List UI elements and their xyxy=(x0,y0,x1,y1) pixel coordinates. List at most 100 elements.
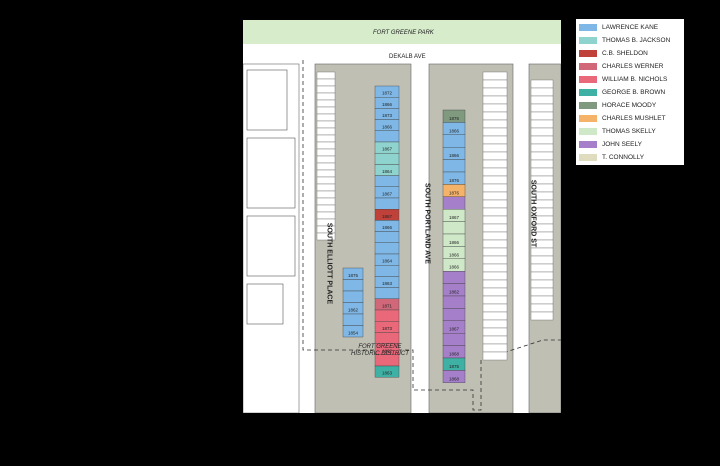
elliott-east-plain-house xyxy=(316,204,336,213)
portland-east-house-year: 1862 xyxy=(449,290,460,295)
oxford-east-plain-house xyxy=(530,111,554,121)
legend-label: THOMAS SKELLY xyxy=(602,127,656,135)
portland-east-house-year: 1876 xyxy=(449,190,460,195)
oxford-west-plain-house xyxy=(482,159,508,169)
elliott-east-house xyxy=(342,279,364,292)
oxford-east-plain-house xyxy=(530,303,554,313)
portland-east-house-year: 1866 xyxy=(449,252,460,257)
oxford-east-plain-house xyxy=(530,143,554,153)
portland-west-house xyxy=(374,264,400,277)
oxford-east-plain-house xyxy=(530,271,554,281)
legend-item: THOMAS B. JACKSON xyxy=(579,35,670,45)
portland-west-house xyxy=(374,197,400,210)
oxford-east-plain-house xyxy=(530,279,554,289)
portland-west-house xyxy=(374,242,400,255)
elliott-east-house-year: 1875 xyxy=(348,273,359,278)
legend-label: HORACE MOODY xyxy=(602,101,657,109)
portland-west-house xyxy=(374,309,400,322)
oxford-west-plain-house xyxy=(482,327,508,337)
oxford-west-plain-house xyxy=(482,183,508,193)
legend-item: T. CONNOLLY xyxy=(579,152,644,162)
portland-west-house-year: 1866 xyxy=(382,124,393,129)
oxford-west-plain-house xyxy=(482,263,508,273)
oxford-west-plain-house xyxy=(482,271,508,281)
portland-west-house-year: 1864 xyxy=(382,169,393,174)
elliott-east-plain-house xyxy=(316,106,336,115)
legend-item: CHARLES MUSHLET xyxy=(579,113,666,123)
legend-swatch xyxy=(579,101,597,109)
oxford-west-plain-house xyxy=(482,151,508,161)
legend-label: CHARLES MUSHLET xyxy=(602,114,666,122)
portland-east-house xyxy=(442,221,466,235)
oxford-west-plain-house xyxy=(482,223,508,233)
portland-west-house xyxy=(374,175,400,188)
legend-swatch xyxy=(579,153,597,161)
oxford-east-plain-house xyxy=(530,255,554,265)
legend-swatch xyxy=(579,49,597,57)
legend-item: GEORGE B. BROWN xyxy=(579,87,665,97)
legend-swatch xyxy=(579,23,597,31)
legend-label: CHARLES WERNER xyxy=(602,62,664,70)
elliott-east-plain-house xyxy=(316,85,336,94)
portland-west-house xyxy=(374,152,400,165)
oxford-west-plain-house xyxy=(482,335,508,345)
portland-west-house-year: 1864 xyxy=(382,259,393,264)
elliott-east-house-year: 1854 xyxy=(348,331,359,336)
portland-east-house-year: 1866 xyxy=(449,128,460,133)
portland-west-house-year: 1867 xyxy=(382,214,393,219)
oxford-west-plain-house xyxy=(482,135,508,145)
portland-east-house xyxy=(442,333,466,346)
oxford-west-plain-house xyxy=(482,279,508,289)
portland-east-house xyxy=(442,159,466,173)
portland-east-house-year: 1866 xyxy=(449,153,460,158)
portland-west-house-year: 1873 xyxy=(382,326,393,331)
oxford-east-plain-house xyxy=(530,79,554,89)
legend-swatch xyxy=(579,88,597,96)
legend-label: JOHN SEELY xyxy=(602,140,642,148)
portland-east-house-year: 1868 xyxy=(449,352,460,357)
portland-east-house-year: 1875 xyxy=(449,364,460,369)
legend-label: T. CONNOLLY xyxy=(602,153,645,161)
elliott-east-plain-house xyxy=(316,92,336,101)
fort-greene-park-label: FORT GREENE PARK xyxy=(373,30,434,36)
historic-district-map: 1872 1866 1873 1866 1867 1864 1867 1867 1866 1864… xyxy=(243,20,561,413)
legend-swatch xyxy=(579,140,597,148)
oxford-west-plain-house xyxy=(482,127,508,137)
legend-item: JOHN SEELY xyxy=(579,139,642,149)
elliott-east-plain-house xyxy=(316,127,336,136)
owner-legend: LAWRENCE KANE THOMAS B. JACKSON C.B. SHELD… xyxy=(576,19,684,165)
building-large xyxy=(246,283,284,325)
oxford-west-plain-house xyxy=(482,103,508,113)
oxford-west-plain-house xyxy=(482,199,508,209)
elliott-east-plain-house xyxy=(316,99,336,108)
oxford-west-plain-house xyxy=(482,71,508,81)
elliott-east-plain-house xyxy=(316,176,336,185)
portland-east-house-year: 1866 xyxy=(449,240,460,245)
building-large xyxy=(246,137,296,209)
elliott-east-plain-house xyxy=(316,134,336,143)
legend-item: CHARLES WERNER xyxy=(579,61,663,71)
oxford-west-plain-house xyxy=(482,111,508,121)
legend-item: HORACE MOODY xyxy=(579,100,656,110)
portland-west-house xyxy=(374,130,400,143)
legend-label: C.B. SHELDON xyxy=(602,49,648,57)
elliott-east-plain-house xyxy=(316,155,336,164)
oxford-west-plain-house xyxy=(482,191,508,201)
portland-east-house-year: 1876 xyxy=(449,178,460,183)
portland-west-house-year: 1866 xyxy=(382,102,393,107)
oxford-east-plain-house xyxy=(530,87,554,97)
portland-east-house-year: 1876 xyxy=(449,116,460,121)
legend-swatch xyxy=(579,114,597,122)
oxford-east-plain-house xyxy=(530,159,554,169)
legend-item: LAWRENCE KANE xyxy=(579,22,658,32)
dekalb-ave-label: DEKALB AVE xyxy=(389,54,426,60)
building-large xyxy=(246,215,296,277)
oxford-west-plain-house xyxy=(482,287,508,297)
oxford-west-plain-house xyxy=(482,79,508,89)
portland-west-house-year: 1873 xyxy=(382,113,393,118)
portland-west-house-year: 1871 xyxy=(382,304,393,309)
portland-east-house xyxy=(442,308,466,321)
portland-west-house-year: 1863 xyxy=(382,281,393,286)
south-elliott-place-label: SOUTH ELLIOTT PLACE xyxy=(325,222,333,305)
elliott-east-plain-house xyxy=(316,148,336,157)
